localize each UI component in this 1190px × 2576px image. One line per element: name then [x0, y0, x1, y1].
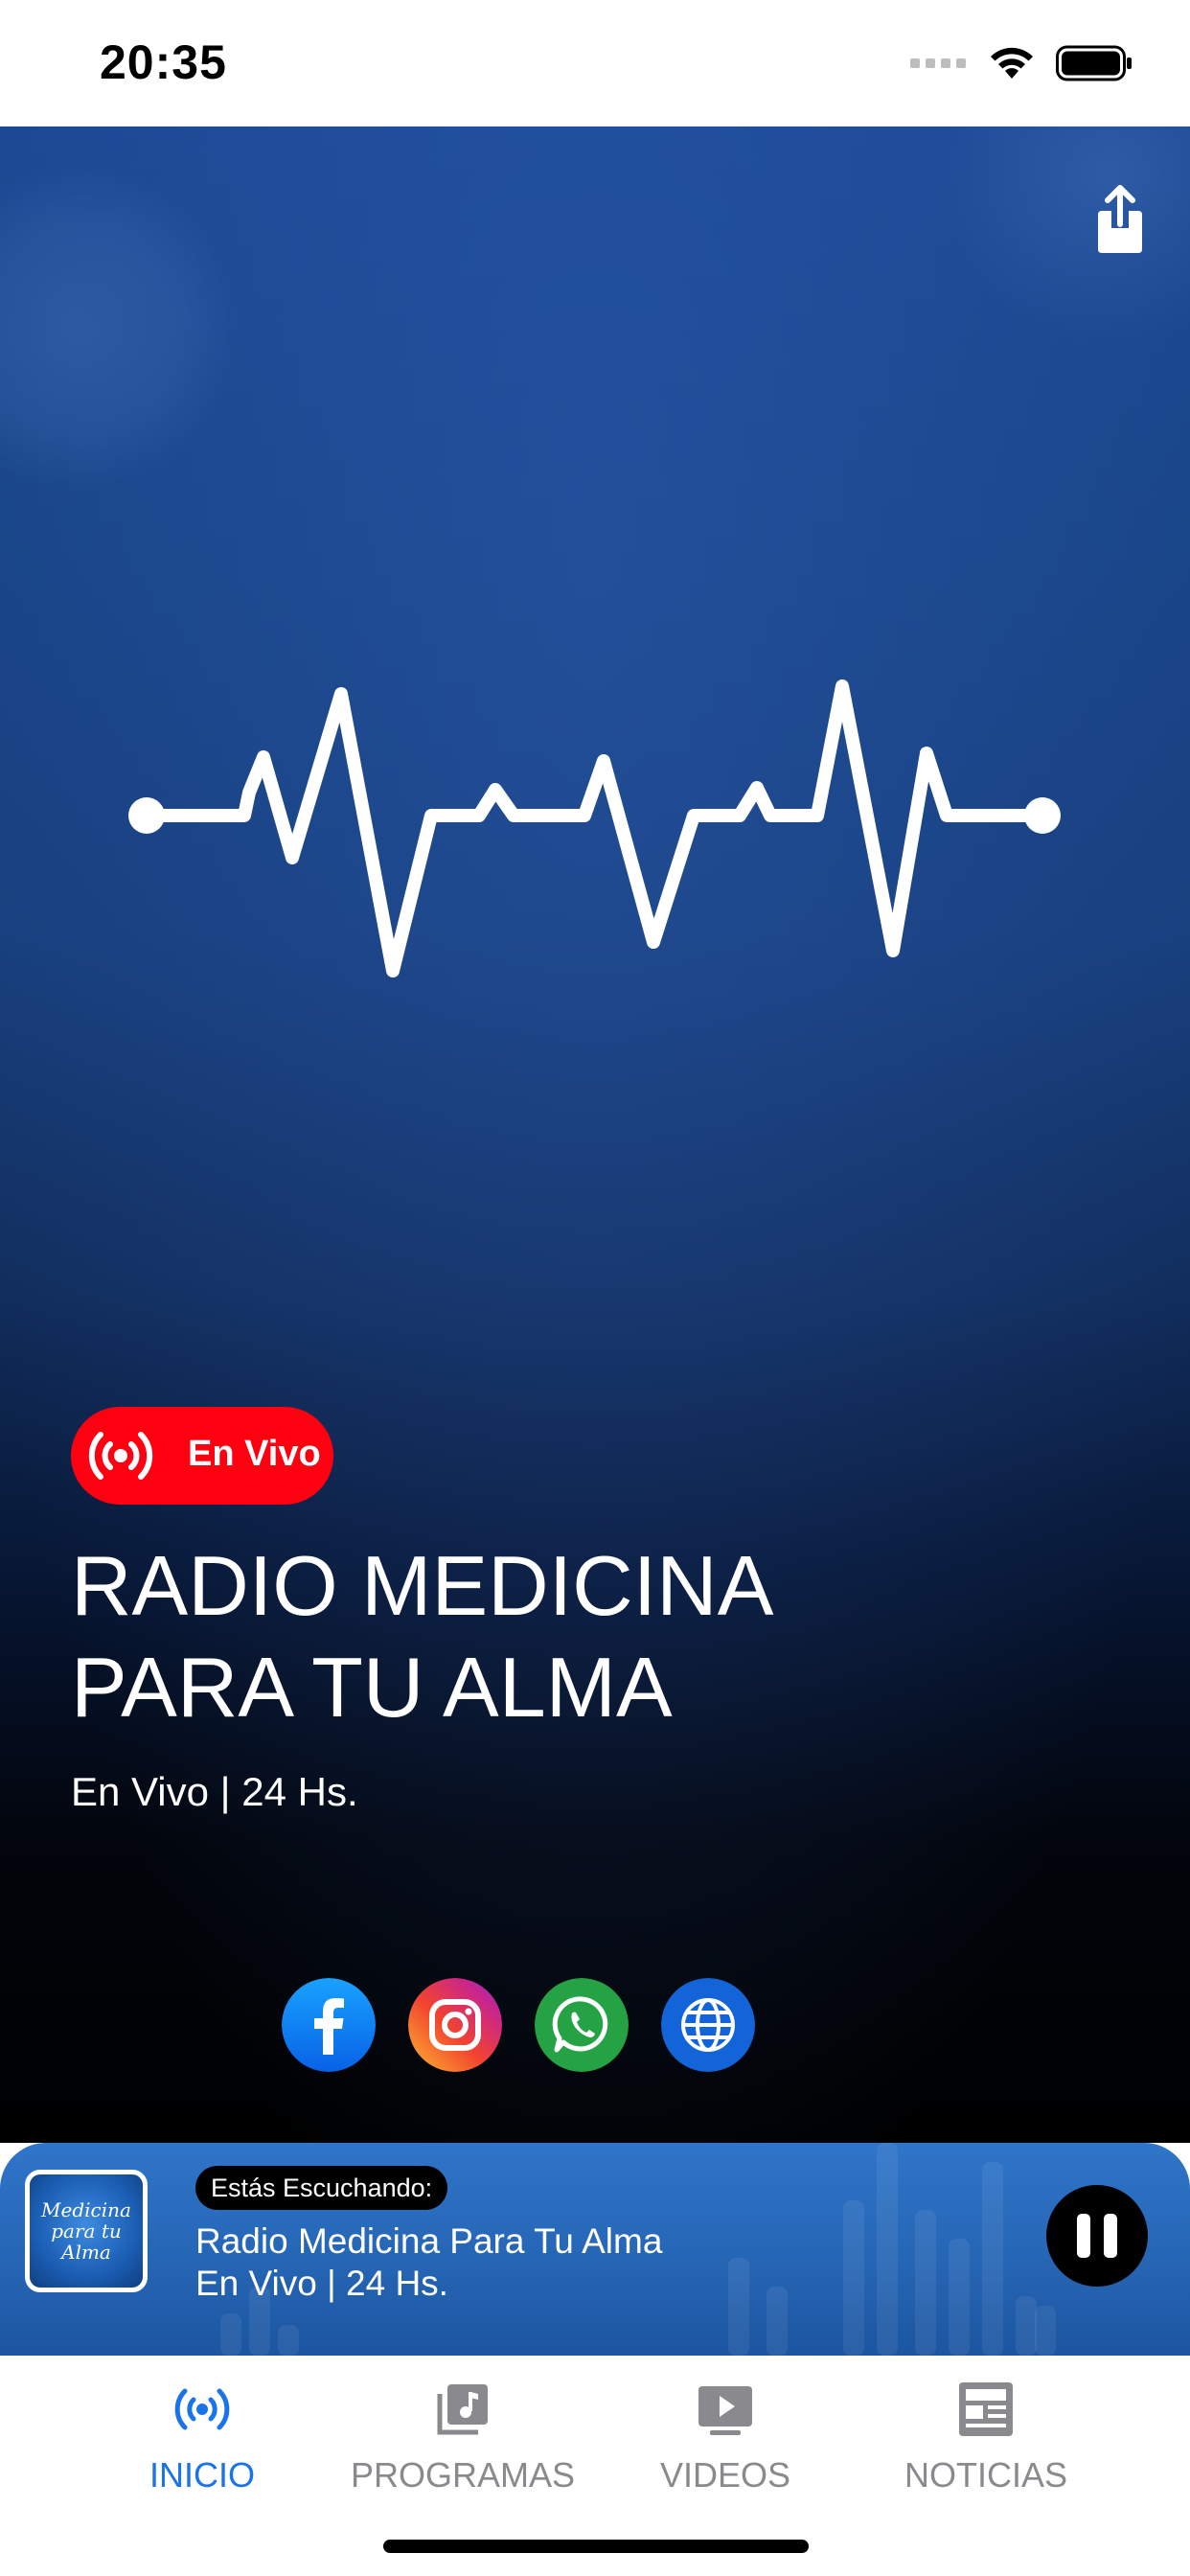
- heartbeat-icon: [128, 679, 1061, 978]
- wifi-icon: [991, 47, 1033, 79]
- station-title-line1: RADIO MEDICINA: [71, 1538, 774, 1633]
- status-icons: [910, 42, 1133, 84]
- tab-label: INICIO: [149, 2455, 255, 2495]
- track-subtitle: En Vivo | 24 Hs.: [195, 2264, 448, 2303]
- status-bar: 20:35: [0, 0, 1190, 126]
- signal-dots-icon: [910, 58, 966, 68]
- broadcast-icon: [88, 1432, 153, 1480]
- tab-label: NOTICIAS: [904, 2455, 1067, 2495]
- tab-noticias[interactable]: NOTICIAS: [857, 2371, 1115, 2505]
- newspaper-icon: [959, 2382, 1013, 2436]
- globe-icon[interactable]: [661, 1978, 755, 2072]
- tab-programas[interactable]: PROGRAMAS: [333, 2371, 592, 2505]
- app-screen: 20:35 En Vivo RADIO MEDICINA PARA TU ALM…: [0, 0, 1190, 2576]
- broadcast-icon: [174, 2388, 230, 2430]
- live-badge-label: En Vivo: [188, 1434, 321, 1474]
- tab-label: VIDEOS: [659, 2455, 791, 2495]
- pause-button[interactable]: [1046, 2185, 1148, 2287]
- album-art-text: Medicina para tu Alma: [30, 2199, 143, 2263]
- station-title: RADIO MEDICINA PARA TU ALMA: [71, 1535, 1029, 1738]
- instagram-icon[interactable]: [408, 1978, 502, 2072]
- pause-icon-bar-left: [1077, 2214, 1090, 2258]
- status-time: 20:35: [100, 35, 227, 89]
- mini-player[interactable]: Medicina para tu Alma Estás Escuchando: …: [0, 2143, 1190, 2356]
- whatsapp-icon[interactable]: [535, 1978, 629, 2072]
- track-title: Radio Medicina Para Tu Alma: [195, 2221, 663, 2261]
- battery-icon: [1056, 45, 1132, 81]
- tab-label: PROGRAMAS: [350, 2455, 576, 2495]
- station-title-line2: PARA TU ALMA: [71, 1640, 673, 1735]
- album-art: Medicina para tu Alma: [25, 2170, 148, 2292]
- music-library-icon: [437, 2384, 488, 2435]
- pause-icon-bar-right: [1104, 2214, 1117, 2258]
- now-playing-label: Estás Escuchando:: [195, 2166, 448, 2210]
- video-play-icon: [698, 2386, 752, 2435]
- tab-videos[interactable]: VIDEOS: [596, 2371, 855, 2505]
- album-art-line1: Medicina: [41, 2198, 131, 2221]
- station-subtitle: En Vivo | 24 Hs.: [71, 1769, 358, 1814]
- album-art-line2: para tu Alma: [51, 2220, 122, 2264]
- tab-inicio[interactable]: INICIO: [73, 2371, 332, 2505]
- share-icon[interactable]: [1087, 182, 1154, 259]
- home-indicator[interactable]: [383, 2540, 809, 2553]
- social-links: [282, 1978, 755, 2072]
- hero-section: En Vivo RADIO MEDICINA PARA TU ALMA En V…: [0, 126, 1190, 2143]
- live-badge: En Vivo: [71, 1407, 333, 1505]
- facebook-icon[interactable]: [282, 1978, 376, 2072]
